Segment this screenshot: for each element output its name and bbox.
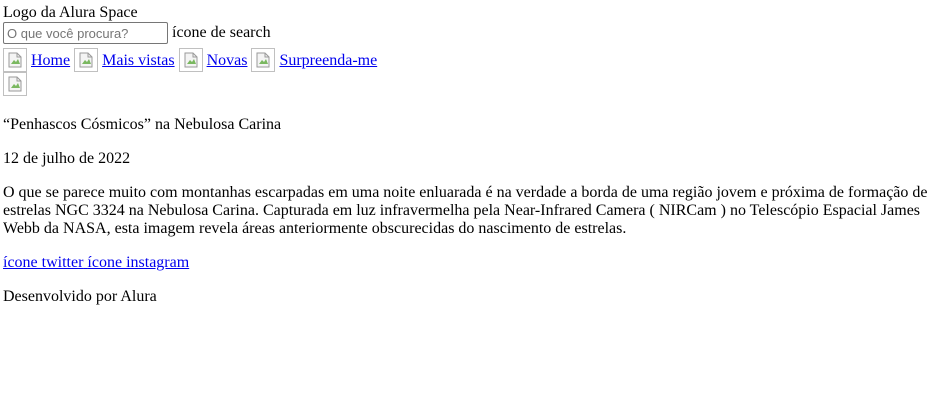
nav-item-novas[interactable]: Novas <box>178 48 248 72</box>
twitter-icon[interactable]: ícone twitter <box>3 254 83 271</box>
nav-item-label: Novas <box>206 52 248 69</box>
nav-item-mais-vistas[interactable]: Mais vistas <box>74 48 175 72</box>
footer-text: Desenvolvido por Alura <box>3 288 157 305</box>
article-date: 12 de julho de 2022 <box>3 150 131 167</box>
broken-image-icon <box>251 48 276 72</box>
header: Logo da Alura Space ícone de search Home… <box>3 3 935 96</box>
broken-image-icon <box>74 48 99 72</box>
social-links-anchor[interactable]: ícone twitter ícone instagram <box>3 254 189 271</box>
logo-image-alt-text[interactable]: Logo da Alura Space <box>3 3 935 22</box>
page: Logo da Alura Space ícone de search Home… <box>3 3 935 306</box>
article-title: “Penhascos Cósmicos” na Nebulosa Carina <box>3 116 282 133</box>
main-nav: Home Mais vistas Novas Surpreenda-me <box>3 44 935 72</box>
article-description: O que se parece muito com montanhas esca… <box>3 184 928 237</box>
nav-item-surpreenda-me[interactable]: Surpreenda-me <box>251 48 378 72</box>
nav-item-label: Surpreenda-me <box>279 52 378 69</box>
broken-image-icon <box>3 72 27 96</box>
footer: Desenvolvido por Alura <box>3 288 935 306</box>
broken-image-icon <box>178 48 203 72</box>
search-input[interactable] <box>3 22 168 44</box>
main-content: “Penhascos Cósmicos” na Nebulosa Carina … <box>3 116 935 238</box>
social-links: ícone twitter ícone instagram <box>3 254 935 272</box>
nav-item-home[interactable]: Home <box>3 48 71 72</box>
nav-item-label: Mais vistas <box>102 52 175 69</box>
search-bar: ícone de search <box>3 22 935 44</box>
nav-item-label: Home <box>31 52 71 69</box>
search-icon[interactable]: ícone de search <box>172 23 271 43</box>
instagram-icon[interactable]: ícone instagram <box>87 254 189 271</box>
broken-image-icon <box>3 48 27 72</box>
